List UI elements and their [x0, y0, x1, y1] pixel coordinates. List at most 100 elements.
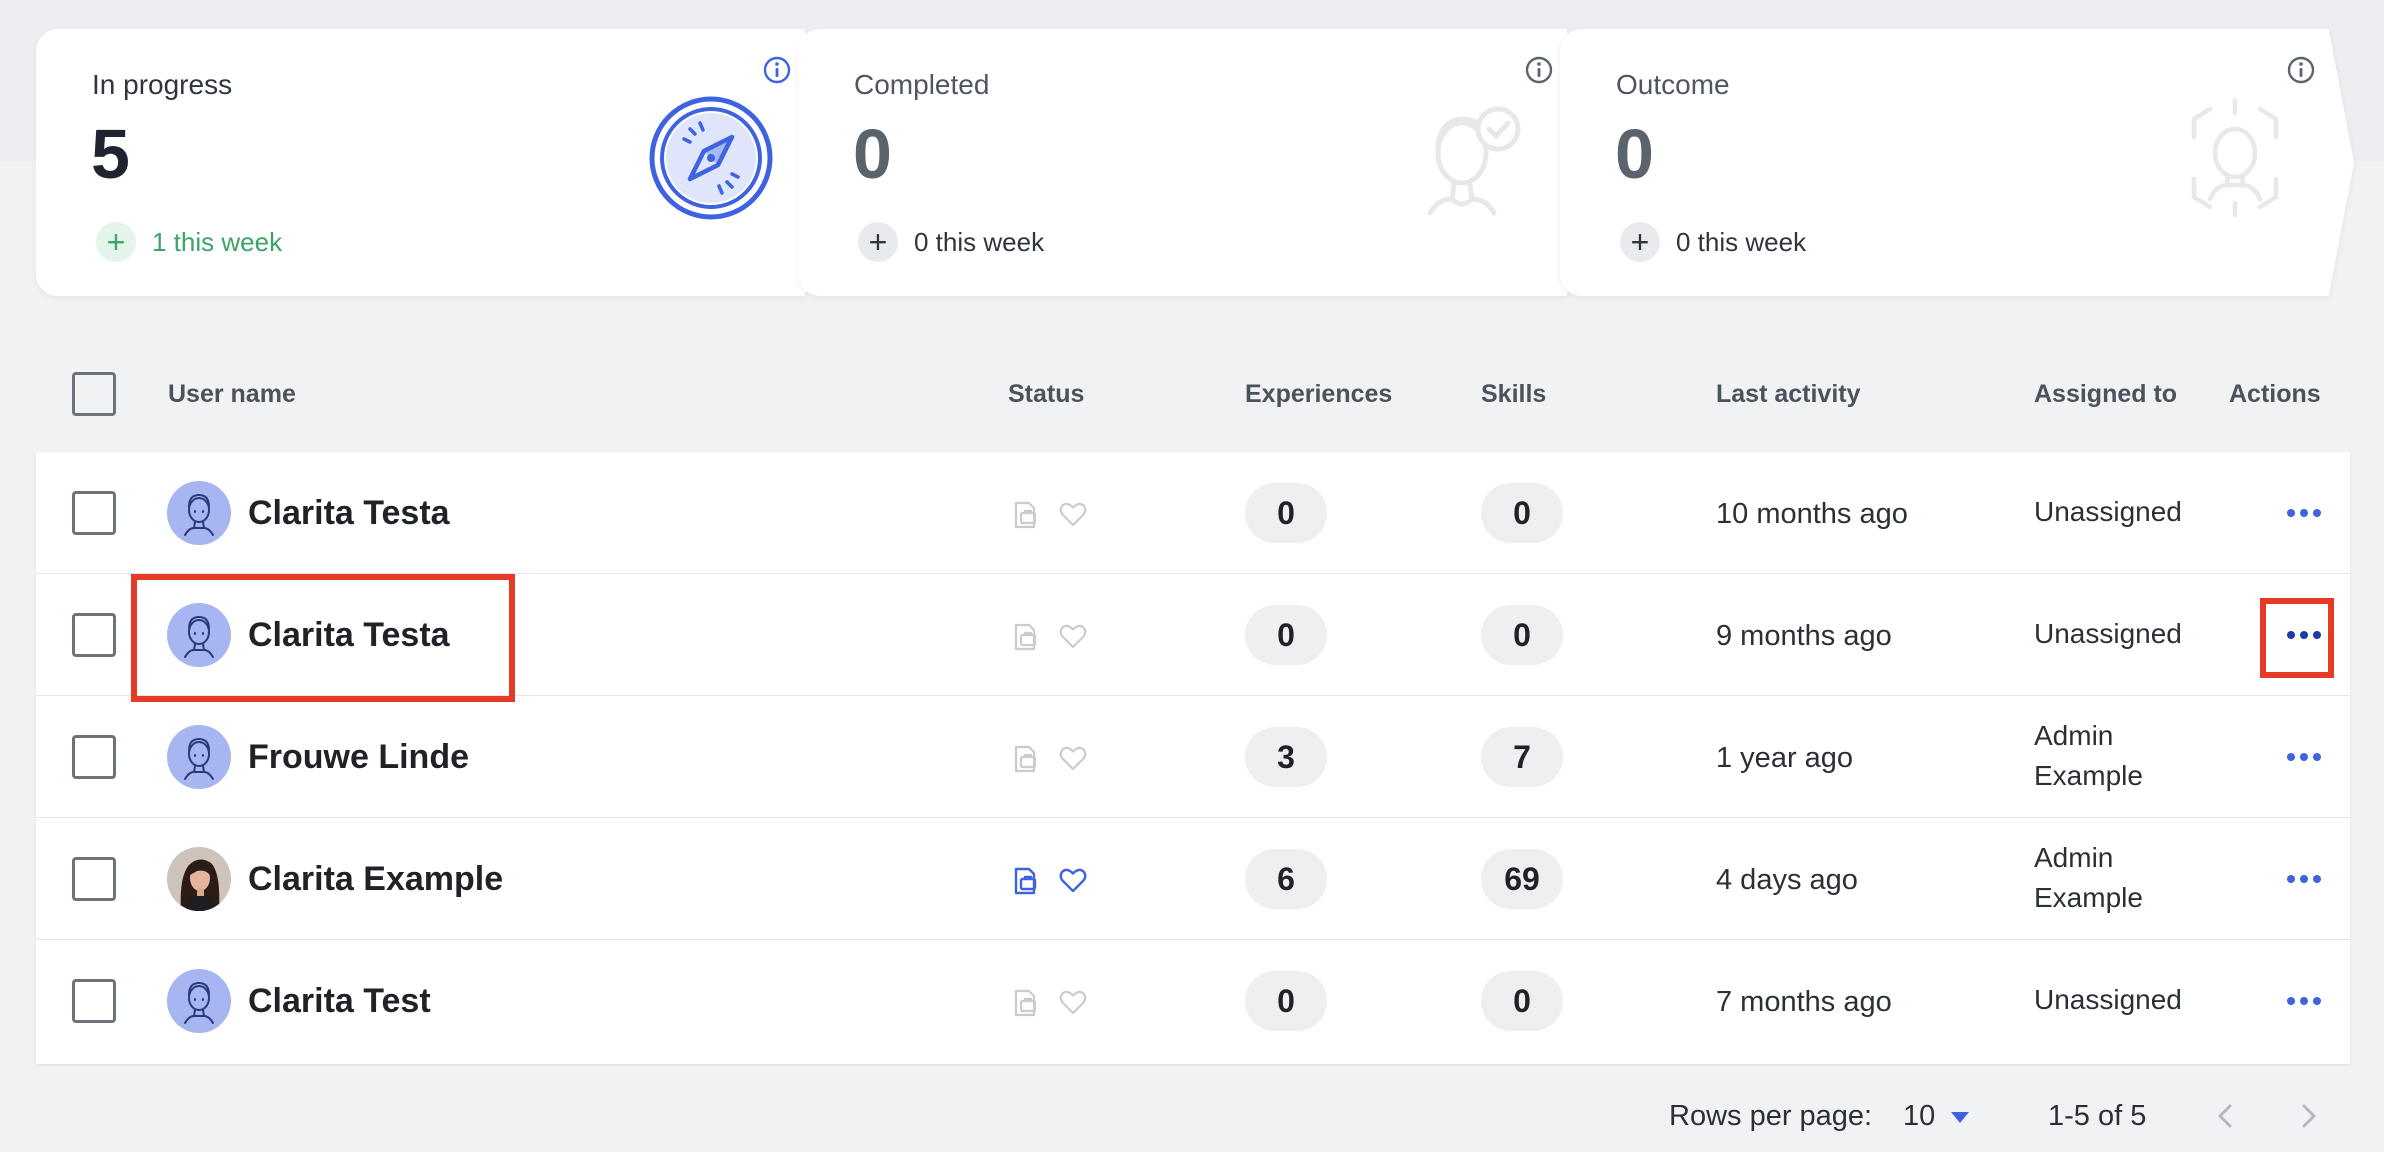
cv-icon	[1014, 989, 1037, 1017]
table-row[interactable]: Clarita Test 0 0 7 months ago Unassigned	[36, 940, 2350, 1062]
assigned-to: Admin Example	[2034, 838, 2194, 918]
table-header: User name Status Experiences Skills Last…	[36, 360, 2350, 450]
more-actions-button[interactable]	[2278, 496, 2330, 530]
header-experiences[interactable]: Experiences	[1245, 380, 1392, 409]
skills-count: 0	[1481, 605, 1563, 665]
last-activity: 9 months ago	[1716, 620, 1892, 652]
header-status[interactable]: Status	[1008, 380, 1084, 409]
info-icon[interactable]	[2286, 55, 2316, 85]
row-checkbox[interactable]	[72, 491, 116, 535]
heart-icon	[1059, 502, 1087, 527]
cv-icon	[1014, 745, 1037, 773]
assigned-line: Unassigned	[2034, 618, 2182, 649]
stat-card-completed[interactable]: Completed 0 + 0 this week	[798, 29, 1592, 296]
users-table: Clarita Testa 0 0 10 months ago Unassign…	[36, 452, 2350, 1064]
last-activity: 4 days ago	[1716, 864, 1858, 896]
last-activity: 10 months ago	[1716, 498, 1908, 530]
last-activity: 1 year ago	[1716, 742, 1854, 774]
assigned-to: Unassigned	[2034, 980, 2194, 1020]
row-checkbox[interactable]	[72, 857, 116, 901]
chevron-right-icon[interactable]	[2290, 1096, 2326, 1136]
assigned-to: Admin Example	[2034, 716, 2194, 796]
user-name[interactable]: Frouwe Linde	[248, 738, 469, 777]
table-row[interactable]: Clarita Example 6 69 4 days ago Admin Ex…	[36, 818, 2350, 940]
chevron-left-icon[interactable]	[2208, 1096, 2244, 1136]
skills-count: 0	[1481, 483, 1563, 543]
row-checkbox[interactable]	[72, 979, 116, 1023]
skills-count: 0	[1481, 971, 1563, 1031]
experiences-count: 0	[1245, 483, 1327, 543]
card-value: 0	[1615, 115, 1654, 193]
assigned-line: Example	[2034, 882, 2143, 913]
cv-icon	[1014, 501, 1037, 529]
week-text: 1 this week	[152, 226, 283, 257]
header-skills[interactable]: Skills	[1481, 380, 1546, 409]
card-week-delta: + 1 this week	[96, 222, 282, 262]
cv-icon	[1014, 623, 1037, 651]
user-focus-icon	[2191, 98, 2279, 218]
info-icon[interactable]	[762, 55, 792, 85]
more-actions-button[interactable]	[2278, 984, 2330, 1018]
user-check-icon	[1427, 106, 1521, 216]
cv-icon	[1014, 867, 1037, 895]
assigned-line: Example	[2034, 760, 2143, 791]
plus-icon: +	[1620, 222, 1660, 262]
assigned-line: Admin	[2034, 720, 2114, 751]
assigned-to: Unassigned	[2034, 614, 2194, 654]
table-row[interactable]: Clarita Testa 0 0 9 months ago Unassigne…	[36, 574, 2350, 696]
header-assigned-to[interactable]: Assigned to	[2034, 380, 2177, 409]
heart-icon	[1059, 746, 1087, 771]
card-week-delta: + 0 this week	[858, 222, 1044, 262]
page-range: 1-5 of 5	[2048, 1100, 2147, 1132]
user-name[interactable]: Clarita Test	[248, 982, 431, 1021]
rows-per-page-select[interactable]: 10	[1903, 1100, 1935, 1133]
more-actions-button[interactable]	[2278, 862, 2330, 896]
stat-card-in-progress[interactable]: In progress 5 + 1 this week	[36, 29, 830, 296]
stat-card-outcome[interactable]: Outcome 0 + 0 this week	[1560, 29, 2354, 296]
week-text: 0 this week	[1676, 226, 1807, 257]
card-title: In progress	[92, 69, 233, 100]
heart-icon	[1059, 990, 1087, 1015]
photo-avatar	[167, 847, 231, 911]
card-title: Completed	[854, 69, 990, 100]
assigned-to: Unassigned	[2034, 492, 2194, 532]
default-avatar-icon	[167, 969, 231, 1033]
default-avatar-icon	[167, 481, 231, 545]
experiences-count: 0	[1245, 971, 1327, 1031]
more-actions-button[interactable]	[2278, 618, 2330, 652]
last-activity: 7 months ago	[1716, 986, 1892, 1018]
more-actions-button[interactable]	[2278, 740, 2330, 774]
rows-per-page-label: Rows per page:	[1669, 1100, 1873, 1132]
heart-icon	[1059, 868, 1087, 893]
card-value: 5	[91, 115, 130, 193]
plus-icon: +	[96, 222, 136, 262]
heart-icon	[1059, 624, 1087, 649]
compass-icon	[649, 96, 773, 220]
stat-cards: In progress 5 + 1 this week Completed 0 …	[0, 0, 2384, 300]
caret-down-icon[interactable]	[1951, 1112, 1969, 1123]
header-user-name[interactable]: User name	[168, 380, 296, 409]
table-row[interactable]: Frouwe Linde 3 7 1 year ago Admin Exampl…	[36, 696, 2350, 818]
user-name[interactable]: Clarita Example	[248, 860, 503, 899]
skills-count: 69	[1481, 849, 1563, 909]
header-actions: Actions	[2229, 380, 2321, 408]
select-all-checkbox[interactable]	[72, 372, 116, 416]
default-avatar-icon	[167, 603, 231, 667]
row-checkbox[interactable]	[72, 735, 116, 779]
header-last-activity[interactable]: Last activity	[1716, 380, 1861, 409]
pagination: Rows per page: 10 1-5 of 5	[0, 1090, 2384, 1144]
assigned-line: Unassigned	[2034, 496, 2182, 527]
skills-count: 7	[1481, 727, 1563, 787]
user-name[interactable]: Clarita Testa	[248, 494, 450, 533]
info-icon[interactable]	[1524, 55, 1554, 85]
table-row[interactable]: Clarita Testa 0 0 10 months ago Unassign…	[36, 452, 2350, 574]
card-week-delta: + 0 this week	[1620, 222, 1806, 262]
experiences-count: 6	[1245, 849, 1327, 909]
assigned-line: Admin	[2034, 842, 2114, 873]
user-name[interactable]: Clarita Testa	[248, 616, 450, 655]
assigned-line: Unassigned	[2034, 984, 2182, 1015]
experiences-count: 3	[1245, 727, 1327, 787]
row-checkbox[interactable]	[72, 613, 116, 657]
card-value: 0	[853, 115, 892, 193]
plus-icon: +	[858, 222, 898, 262]
